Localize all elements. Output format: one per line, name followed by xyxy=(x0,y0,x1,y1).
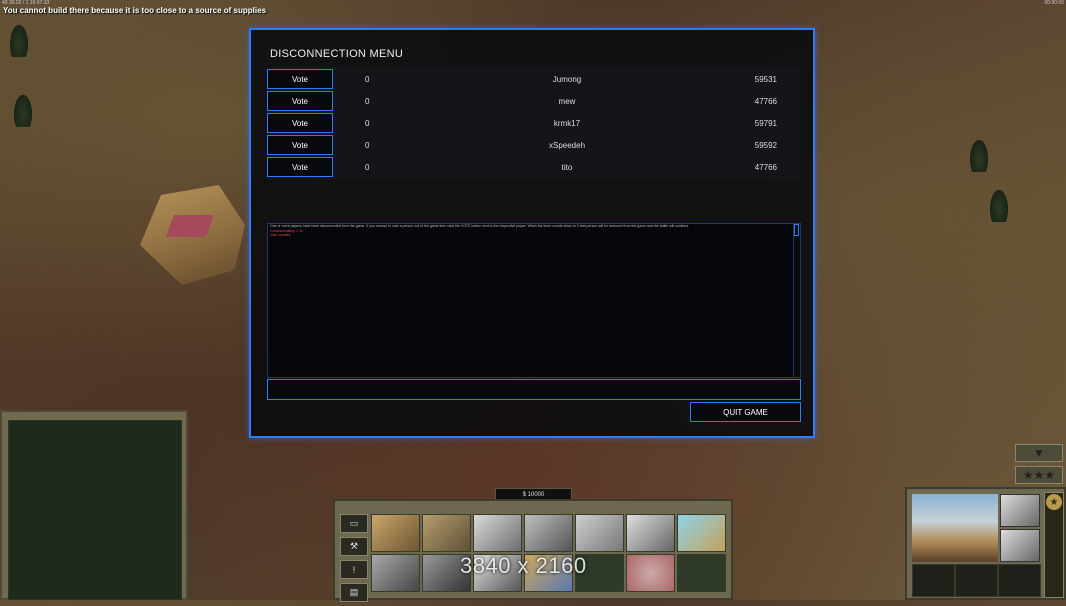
build-slot-command-center[interactable] xyxy=(371,514,420,552)
player-row: Vote 0 tito 47766 xyxy=(267,157,800,179)
build-slot-upgrade[interactable] xyxy=(677,514,726,552)
tree xyxy=(990,190,1008,222)
unit-slot[interactable] xyxy=(912,564,955,597)
player-votes: 0 xyxy=(365,75,370,84)
command-tabs: ▭ ⚒ ! ▤ xyxy=(340,514,368,606)
world-building[interactable] xyxy=(140,185,245,285)
build-slot-supply-center[interactable] xyxy=(473,514,522,552)
tab-options[interactable]: ▤ xyxy=(340,583,368,602)
player-ping: 47766 xyxy=(754,163,777,172)
player-ping: 47766 xyxy=(754,97,777,106)
minimap[interactable] xyxy=(8,420,182,600)
tab-alerts[interactable]: ! xyxy=(340,560,368,579)
tree xyxy=(14,95,32,127)
rank-button[interactable]: ★★★ xyxy=(1015,466,1063,484)
chat-input[interactable] xyxy=(267,379,801,400)
build-slot-special[interactable] xyxy=(626,554,675,592)
player-votes: 0 xyxy=(365,119,370,128)
player-row: Vote 0 xSpeedeh 59592 xyxy=(267,135,800,157)
player-votes: 0 xyxy=(365,141,370,150)
message-log[interactable]: One or more players have been disconnect… xyxy=(267,223,801,378)
unit-slot[interactable] xyxy=(998,564,1041,597)
command-bar: ▭ ⚒ ! ▤ xyxy=(333,499,733,602)
player-ping: 59592 xyxy=(754,141,777,150)
tab-structures[interactable]: ▭ xyxy=(340,514,368,533)
log-scrollbar[interactable] xyxy=(793,224,800,377)
player-name: Jumong xyxy=(552,75,582,84)
vote-button[interactable]: Vote xyxy=(267,157,333,177)
player-row: Vote 0 krmk17 59791 xyxy=(267,113,800,135)
star-icon: ★ xyxy=(1046,494,1062,510)
disconnection-dialog: DISCONNECTION MENU Vote 0 Jumong 59531 V… xyxy=(249,28,815,438)
quit-game-button[interactable]: QUIT GAME xyxy=(690,402,801,422)
players-list: Vote 0 Jumong 59531 Vote 0 mew 47766 Vot… xyxy=(267,67,800,180)
build-slot-barracks[interactable] xyxy=(422,514,471,552)
collapse-hud-button[interactable]: ▼ xyxy=(1015,444,1063,462)
player-name: tito xyxy=(561,163,573,172)
log-line: Vote counted xyxy=(270,233,291,237)
unit-thumb[interactable] xyxy=(1000,494,1040,527)
resolution-watermark: 3840 x 2160 xyxy=(460,553,587,578)
top-right-info: 00:00:00 xyxy=(1044,0,1064,6)
building-roof xyxy=(165,215,215,237)
vote-button[interactable]: Vote xyxy=(267,69,333,89)
vote-button[interactable]: Vote xyxy=(267,91,333,111)
unit-portrait[interactable] xyxy=(912,494,998,562)
tree xyxy=(10,25,28,57)
unit-thumb[interactable] xyxy=(1000,529,1040,562)
player-row: Vote 0 mew 47766 xyxy=(267,91,800,113)
player-votes: 0 xyxy=(365,97,370,106)
tree xyxy=(970,140,988,172)
rank-column: ★ xyxy=(1044,492,1064,598)
player-name: krmk17 xyxy=(553,119,581,128)
build-slot-empty xyxy=(677,554,726,592)
build-slot-war-factory[interactable] xyxy=(524,514,573,552)
vote-button[interactable]: Vote xyxy=(267,113,333,133)
minimap-frame xyxy=(0,410,188,600)
player-row: Vote 0 Jumong 59531 xyxy=(267,69,800,91)
player-name: xSpeedeh xyxy=(548,141,586,150)
scroll-thumb[interactable] xyxy=(794,224,799,236)
unit-panel: ★ xyxy=(905,487,1066,600)
vote-button[interactable]: Vote xyxy=(267,135,333,155)
build-slot-truck[interactable] xyxy=(371,554,420,592)
unit-slots xyxy=(912,564,1041,597)
player-ping: 59791 xyxy=(754,119,777,128)
unit-slot[interactable] xyxy=(955,564,998,597)
dialog-title: DISCONNECTION MENU xyxy=(270,48,404,60)
tab-build[interactable]: ⚒ xyxy=(340,537,368,556)
build-slot-airfield[interactable] xyxy=(575,514,624,552)
player-name: mew xyxy=(558,97,576,106)
build-slot-power-plant[interactable] xyxy=(626,514,675,552)
player-ping: 59531 xyxy=(754,75,777,84)
player-votes: 0 xyxy=(365,163,370,172)
system-message: You cannot build there because it is too… xyxy=(3,6,267,15)
